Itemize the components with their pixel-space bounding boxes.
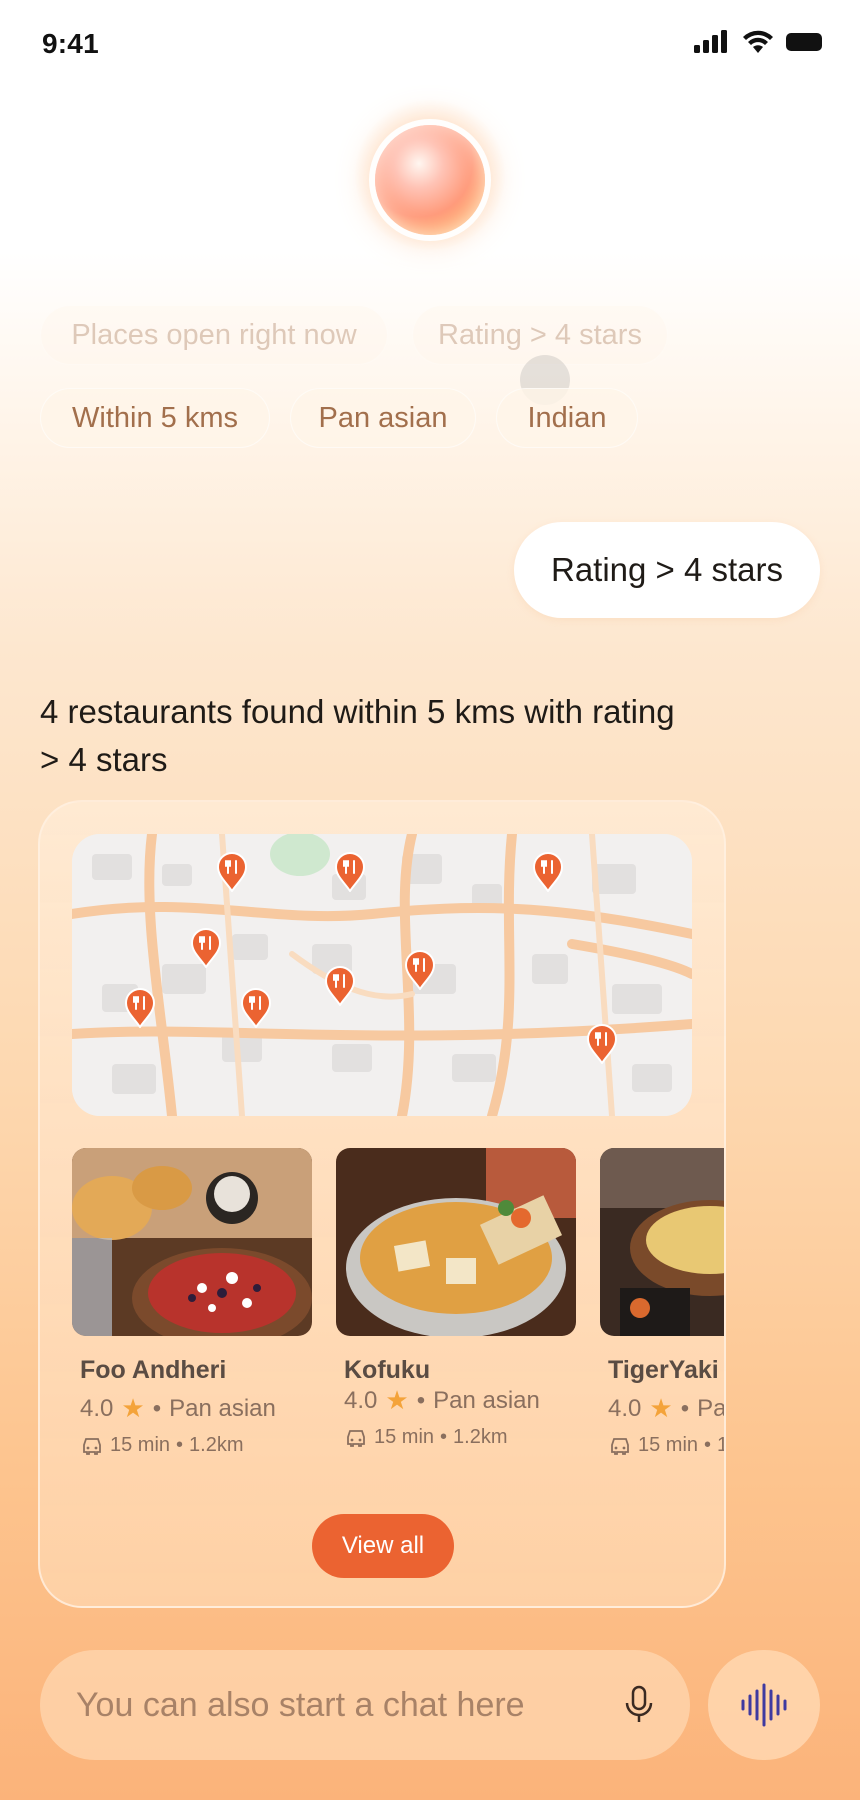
restaurant-cuisine: Pan asian [169,1394,276,1422]
status-time: 9:41 [42,28,99,59]
restaurant-distance: 1.2km [453,1426,508,1448]
restaurant-card[interactable]: Foo Andheri 4.0 ★ • Pan asian 15 min • 1… [72,1148,312,1457]
assistant-orb[interactable] [375,125,485,235]
view-all-button[interactable]: View all [312,1514,454,1578]
signal-icon [694,30,727,53]
restaurant-travel: 15 min • 1.2km [72,1434,312,1457]
restaurant-rating: 4.0 [608,1394,642,1422]
user-message-bubble: Rating > 4 stars [514,522,820,618]
restaurant-travel: 15 min • 1.2km [600,1434,724,1457]
restaurant-rating: 4.0 [344,1386,378,1414]
restaurant-meta: 4.0 ★ • Pan asian [600,1393,726,1424]
chat-input-bar[interactable] [40,1650,690,1760]
map-pin-icon[interactable] [324,966,356,1007]
restaurant-name: TigerYaki [608,1356,719,1384]
separator-dot: • [176,1434,184,1456]
chat-input[interactable] [76,1685,624,1725]
chip-indian[interactable]: Indian [496,388,638,448]
star-icon: ★ [121,1393,145,1423]
restaurant-time: 15 min [374,1426,435,1448]
car-icon [347,1429,365,1447]
wifi-icon [743,30,773,53]
map-pin-icon[interactable] [334,852,366,893]
map-graphic [72,834,692,1116]
star-icon: ★ [649,1393,673,1423]
restaurant-time: 15 min [638,1434,699,1456]
map-pin-icon[interactable] [532,852,564,893]
microphone-icon[interactable] [624,1685,654,1725]
restaurant-photo [600,1148,724,1336]
map-pin-icon[interactable] [124,988,156,1029]
map-pin-icon[interactable] [586,1024,618,1065]
restaurant-travel: 15 min • 1.2km [336,1426,576,1449]
restaurant-cuisine: Pan asian [433,1386,540,1414]
star-icon: ★ [385,1385,409,1415]
results-card: Foo Andheri 4.0 ★ • Pan asian 15 min • 1… [38,800,726,1608]
separator-dot: • [152,1394,162,1422]
restaurant-meta: 4.0 ★ • Pan asian [336,1385,576,1416]
chip-within-5-kms[interactable]: Within 5 kms [40,388,270,448]
separator-dot: • [440,1426,448,1448]
status-icons [694,30,824,54]
restaurant-cuisine: Pan asian [697,1394,726,1422]
map-pin-icon[interactable] [216,852,248,893]
separator-dot: • [680,1394,690,1422]
chip-open-now[interactable]: Places open right now [40,305,388,365]
car-icon [611,1437,629,1455]
restaurant-carousel[interactable]: Foo Andheri 4.0 ★ • Pan asian 15 min • 1… [72,1148,726,1478]
restaurant-photo [336,1148,576,1336]
restaurants-map[interactable] [72,834,692,1116]
waveform-icon [741,1683,787,1727]
result-summary: 4 restaurants found within 5 kms with ra… [40,693,675,778]
restaurant-distance: 1.2km [717,1434,724,1457]
separator-dot: • [704,1434,712,1456]
chip-pan-asian[interactable]: Pan asian [290,388,476,448]
battery-icon [786,33,822,51]
restaurant-card[interactable]: TigerYaki 4.0 ★ • Pan asian 15 min • 1.2… [600,1148,726,1457]
separator-dot: • [416,1386,426,1414]
restaurant-name: Kofuku [344,1356,431,1384]
car-icon [83,1437,101,1455]
restaurant-card[interactable]: Kofuku 4.0 ★ • Pan asian 15 min • 1.2km [336,1148,576,1449]
restaurant-time: 15 min [110,1434,171,1456]
restaurant-rating: 4.0 [80,1394,114,1422]
restaurant-meta: 4.0 ★ • Pan asian [72,1393,312,1424]
restaurant-photo [72,1148,312,1336]
map-pin-icon[interactable] [190,928,222,969]
map-pin-icon[interactable] [404,950,436,991]
map-pin-icon[interactable] [240,988,272,1029]
restaurant-distance: 1.2km [189,1434,244,1456]
restaurant-name: Foo Andheri [80,1356,227,1384]
voice-mode-button[interactable] [708,1650,820,1760]
